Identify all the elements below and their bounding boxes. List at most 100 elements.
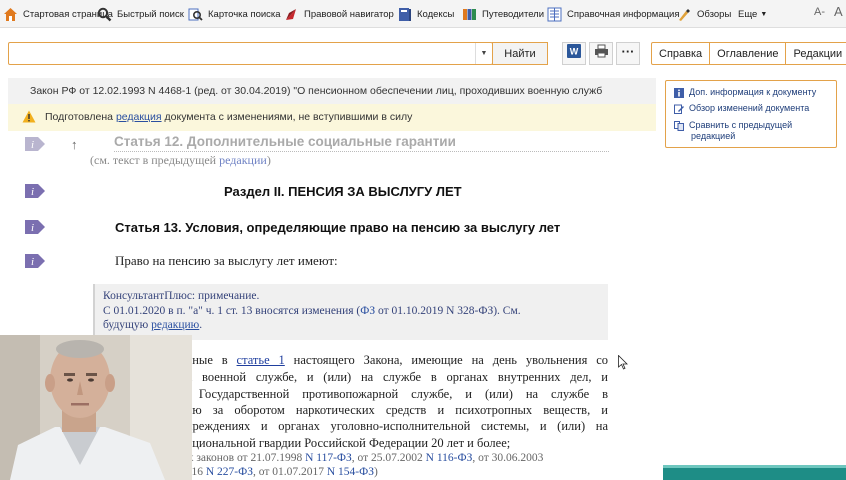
compare-icon bbox=[674, 121, 684, 131]
note-line: будущую редакцию. bbox=[103, 318, 608, 333]
printer-icon bbox=[594, 44, 609, 63]
previous-edition-close: ) bbox=[266, 153, 271, 167]
webcam-overlay bbox=[0, 335, 192, 480]
print-button[interactable] bbox=[589, 42, 613, 65]
tab-contents[interactable]: Оглавление bbox=[710, 43, 787, 64]
toolbar-search-card[interactable]: Карточка поиска bbox=[188, 5, 281, 23]
codex-icon bbox=[397, 7, 412, 22]
note-text: будущую bbox=[103, 319, 152, 331]
document-info-panel: Доп. информация к документу Обзор измене… bbox=[665, 80, 837, 148]
font-increase-button[interactable]: A bbox=[834, 4, 843, 19]
law-link[interactable]: N 117-ФЗ bbox=[305, 452, 352, 464]
document-tabs: Справка Оглавление Редакции bbox=[651, 42, 846, 65]
consultant-note: КонсультантПлюс: примечание. С 01.01.202… bbox=[93, 284, 608, 340]
panel-item-changes-review[interactable]: Обзор изменений документа bbox=[674, 103, 809, 114]
previous-edition-text: (см. текст в предыдущей bbox=[90, 153, 217, 167]
gutter-info-icon[interactable]: i bbox=[25, 253, 45, 269]
navigator-icon bbox=[284, 7, 299, 22]
law-link[interactable]: N 227-ФЗ bbox=[206, 466, 253, 478]
body-line: учреждениях и органах уголовно-исполните… bbox=[180, 419, 608, 433]
article-12-heading: Статья 12. Дополнительные социальные гар… bbox=[114, 134, 456, 149]
webcam-person-image bbox=[0, 335, 192, 480]
svg-text:i: i bbox=[31, 139, 34, 151]
toolbar-guides-label: Путеводители bbox=[482, 8, 545, 20]
toolbar-legal-navigator-label: Правовой навигатор bbox=[304, 8, 394, 20]
home-icon bbox=[3, 7, 18, 22]
mouse-cursor-icon bbox=[618, 354, 628, 375]
panel-item-compare-line1: Сравнить с предыдущей bbox=[689, 120, 793, 130]
amendment-text: , от 25.07.2002 bbox=[351, 452, 423, 464]
gutter-info-icon[interactable]: i bbox=[25, 219, 45, 235]
search-icon bbox=[97, 7, 112, 22]
law-link[interactable]: N 154-ФЗ bbox=[327, 466, 374, 478]
more-dots-icon: ··· bbox=[621, 43, 635, 59]
body-line: олю за оборотом наркотических средств и … bbox=[180, 403, 608, 417]
find-button[interactable]: Найти bbox=[492, 42, 548, 65]
divider bbox=[114, 151, 609, 152]
panel-item-compare[interactable]: Сравнить с предыдущей редакцией bbox=[674, 120, 792, 142]
gutter-info-icon[interactable]: i bbox=[25, 136, 45, 152]
law-link[interactable]: N 116-ФЗ bbox=[426, 452, 473, 464]
amendment-line: 2016 N 227-ФЗ, от 01.07.2017 N 154-ФЗ) bbox=[180, 466, 378, 478]
main-toolbar: Стартовая страница Быстрый поиск Карточк… bbox=[0, 0, 846, 28]
search-input[interactable] bbox=[13, 45, 473, 62]
gutter-info-icon[interactable]: i bbox=[25, 183, 45, 199]
search-history-dropdown[interactable]: ▼ bbox=[475, 43, 492, 64]
panel-item-changes-review-label: Обзор изменений документа bbox=[689, 103, 810, 113]
more-actions-button[interactable]: ··· bbox=[616, 42, 640, 65]
document-title: Закон РФ от 12.02.1993 N 4468-1 (ред. от… bbox=[8, 78, 656, 104]
article-1-link[interactable]: статье 1 bbox=[237, 353, 285, 367]
toolbar-guides[interactable]: Путеводители bbox=[462, 5, 544, 23]
previous-edition-link[interactable]: редакции bbox=[219, 153, 267, 167]
font-decrease-button[interactable]: A- bbox=[814, 6, 825, 18]
toolbar-quick-search-label: Быстрый поиск bbox=[117, 8, 184, 20]
note-future-edition-link[interactable]: редакцию bbox=[151, 319, 199, 331]
toolbar-more-label: Еще bbox=[738, 8, 758, 20]
toolbar-reviews[interactable]: Обзоры bbox=[677, 5, 731, 23]
arrow-up-icon[interactable]: ↑ bbox=[71, 137, 78, 152]
amendment-text: ых законов от 21.07.1998 bbox=[180, 452, 303, 464]
toolbar-quick-search[interactable]: Быстрый поиск bbox=[97, 5, 184, 23]
previous-edition-note: (см. текст в предыдущей редакции) bbox=[90, 153, 271, 168]
toolbar-reference-info[interactable]: Справочная информация bbox=[547, 5, 680, 23]
export-word-button[interactable]: W bbox=[562, 42, 586, 65]
toolbar-search-card-label: Карточка поиска bbox=[208, 8, 281, 20]
paragraph: Право на пенсию за выслугу лет имеют: bbox=[115, 253, 338, 268]
toolbar-reference-info-label: Справочная информация bbox=[567, 8, 680, 20]
guides-icon bbox=[462, 7, 477, 22]
body-line: анные в статье 1 настоящего Закона, имею… bbox=[180, 353, 608, 368]
search-row: ▼ Найти W ··· Справка Оглавление Редакци… bbox=[0, 28, 846, 78]
word-icon: W bbox=[567, 44, 581, 63]
toolbar-codexes-label: Кодексы bbox=[417, 8, 455, 20]
body-line: национальной гвардии Российской Федераци… bbox=[180, 436, 511, 450]
panel-item-compare-line2: редакцией bbox=[691, 131, 736, 141]
search-card-icon bbox=[188, 7, 203, 22]
search-box: ▼ bbox=[8, 42, 493, 65]
reviews-icon bbox=[677, 7, 692, 22]
amendment-line: ых законов от 21.07.1998 N 117-ФЗ, от 25… bbox=[180, 452, 543, 464]
toolbar-codexes[interactable]: Кодексы bbox=[397, 5, 454, 23]
panel-item-compare-label: Сравнить с предыдущей редакцией bbox=[689, 120, 792, 142]
tab-help[interactable]: Справка bbox=[652, 43, 711, 64]
toolbar-more-menu[interactable]: Еще ▼ bbox=[738, 5, 767, 23]
toolbar-reviews-label: Обзоры bbox=[697, 8, 732, 20]
edit-icon bbox=[674, 104, 684, 114]
svg-text:W: W bbox=[570, 47, 579, 57]
tab-editions[interactable]: Редакции bbox=[786, 43, 846, 64]
warning-suffix: документа с изменениями, не вступившими … bbox=[164, 111, 413, 123]
edition-warning-bar: Подготовлена редакция документа с измене… bbox=[8, 104, 656, 131]
warning-edition-link[interactable]: редакция bbox=[116, 111, 162, 131]
note-text: . bbox=[199, 319, 203, 331]
panel-item-extra-info[interactable]: Доп. информация к документу bbox=[674, 87, 816, 98]
note-text: от 01.10.2019 N 328-ФЗ). См. bbox=[375, 304, 521, 317]
warning-prefix: Подготовлена bbox=[45, 111, 113, 123]
note-law-link[interactable]: ФЗ bbox=[360, 305, 375, 317]
window-edge-strip bbox=[663, 465, 846, 480]
note-title: КонсультантПлюс: примечание. bbox=[103, 290, 260, 302]
info-icon bbox=[674, 88, 684, 98]
warning-icon bbox=[22, 110, 36, 123]
svg-text:i: i bbox=[31, 222, 34, 234]
toolbar-legal-navigator[interactable]: Правовой навигатор bbox=[284, 5, 394, 23]
reference-icon bbox=[547, 7, 562, 22]
note-line: С 01.01.2020 в п. "а" ч. 1 ст. 13 вносят… bbox=[103, 304, 608, 319]
